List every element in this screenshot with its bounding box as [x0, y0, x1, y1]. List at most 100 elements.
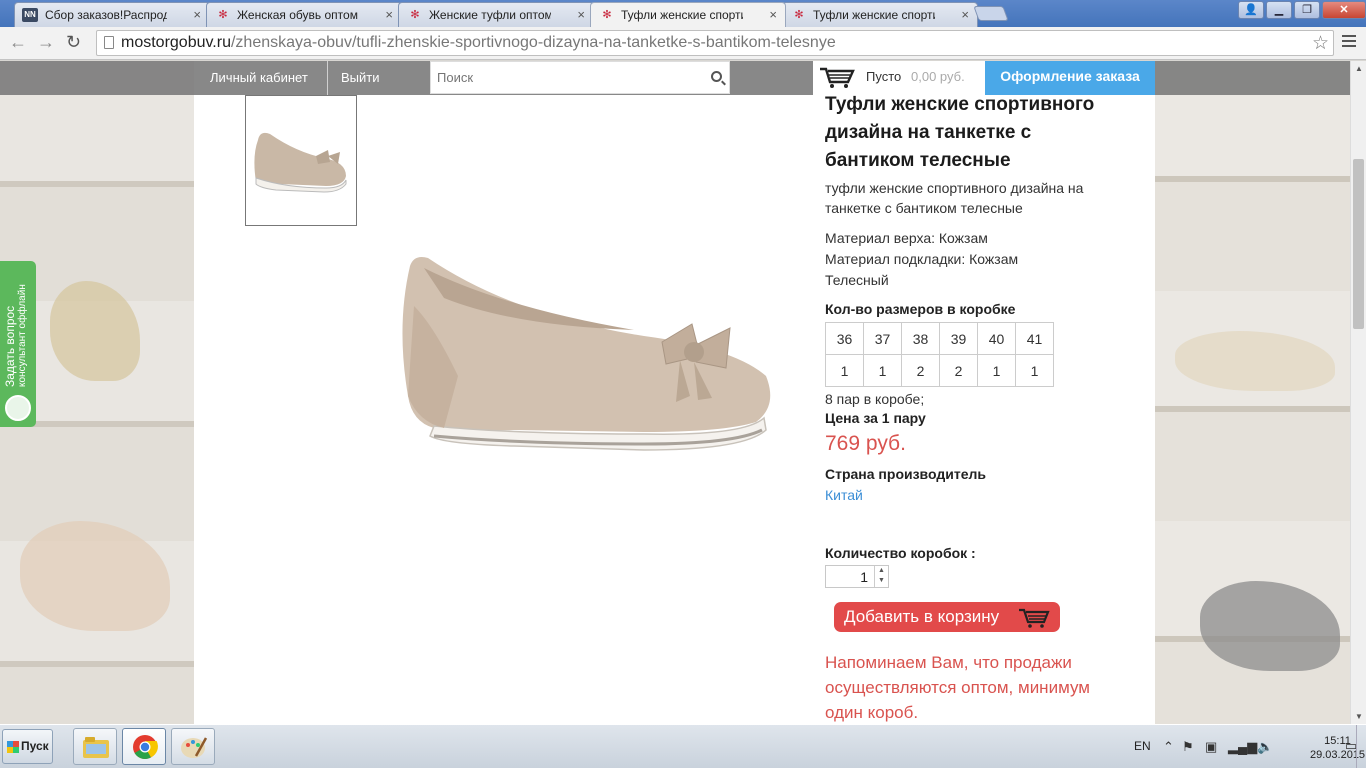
scroll-up-icon[interactable]: ▲ — [1355, 64, 1363, 73]
browser-tab-4[interactable]: ✻ Туфли женские спортивног × — [590, 2, 786, 27]
restore-icon[interactable]: ❐ — [1294, 1, 1320, 19]
add-to-cart-label: Добавить в корзину — [844, 607, 1000, 626]
table-row: 1 1 2 2 1 1 — [825, 354, 1054, 387]
count-cell: 2 — [939, 354, 978, 387]
background-shelves-right — [1155, 61, 1350, 724]
tab-close-icon[interactable]: × — [193, 7, 201, 22]
background-shoe-image — [1175, 331, 1335, 391]
product-thumbnail[interactable] — [245, 95, 357, 226]
window-close-icon[interactable]: ✕ — [1322, 1, 1366, 19]
count-cell: 2 — [901, 354, 940, 387]
ask-widget-status: консультант оффлайн — [17, 284, 28, 387]
quantity-label: Количество коробок : — [825, 545, 976, 561]
site-favicon-icon: ✻ — [410, 9, 420, 21]
minimize-icon[interactable]: ▁ — [1266, 1, 1292, 19]
count-cell: 1 — [977, 354, 1016, 387]
ask-question-widget[interactable]: Задать вопрос консультант оффлайн — [0, 261, 36, 427]
logout-link[interactable]: Выйти — [341, 61, 380, 95]
product-title: Туфли женские спортивного дизайна на тан… — [825, 94, 1095, 171]
table-row: 36 37 38 39 40 41 — [825, 322, 1054, 355]
checkout-button[interactable]: Оформление заказа — [985, 61, 1155, 95]
count-cell: 1 — [825, 354, 864, 387]
tab-close-icon[interactable]: × — [385, 7, 393, 22]
site-favicon-icon: ✻ — [794, 9, 804, 21]
cart-total: 0,00 руб. — [911, 69, 965, 84]
start-button[interactable]: Пуск — [2, 729, 53, 764]
product-info: Туфли женские спортивного дизайна на тан… — [825, 91, 1125, 724]
tab-title: Сбор заказов!Распродажа д — [45, 8, 167, 22]
browser-tab-strip: NN Сбор заказов!Распродажа д × ✻ Женская… — [0, 0, 1366, 27]
product-color: Телесный — [825, 272, 889, 288]
language-indicator[interactable]: EN — [1134, 739, 1151, 753]
forward-arrow-icon[interactable]: → — [37, 32, 55, 53]
scrollbar-thumb[interactable] — [1353, 159, 1364, 329]
browser-tab-5[interactable]: ✻ Туфли женские спортивног × — [782, 2, 978, 27]
page-scrollbar[interactable]: ▲ ▼ — [1350, 61, 1366, 724]
ask-widget-title: Задать вопрос — [3, 305, 17, 387]
size-cell: 41 — [1015, 322, 1054, 355]
search-input[interactable] — [431, 62, 691, 93]
material-lining: Материал подкладки: Кожзам — [825, 251, 1019, 267]
material-top: Материал верха: Кожзам — [825, 230, 988, 246]
show-hidden-icons-icon[interactable]: ⌃ — [1163, 739, 1174, 755]
ask-widget-text: Задать вопрос консультант оффлайн — [3, 284, 28, 387]
system-tray: EN ⌃ ⚑ ▣ ▂▄▆ 🔈 15:11 29.03.2015 ▭ — [1125, 725, 1366, 768]
tab-title: Туфли женские спортивног — [621, 8, 743, 22]
shoe-thumbnail-image — [254, 132, 347, 193]
product-price: 769 руб. — [825, 432, 906, 455]
tab-close-icon[interactable]: × — [577, 7, 585, 22]
start-label: Пуск — [21, 739, 49, 753]
sizes-table: 36 37 38 39 40 41 1 1 2 2 1 1 — [825, 322, 1054, 387]
site-header: Личный кабинет Выйти Пусто 0,00 руб. Офо… — [0, 61, 1350, 95]
url-path: /zhenskaya-obuv/tufli-zhenskie-sportivno… — [230, 34, 836, 51]
stepper-arrows-icon[interactable]: ▲ ▼ — [874, 566, 888, 587]
chrome-icon — [133, 735, 158, 760]
reload-icon[interactable]: ↻ — [66, 32, 81, 53]
background-shoe-image — [1200, 581, 1340, 671]
count-cell: 1 — [863, 354, 902, 387]
country-link[interactable]: Китай — [825, 487, 1125, 503]
address-bar[interactable]: mostorgobuv.ru/zhenskaya-obuv/tufli-zhen… — [96, 30, 1334, 56]
quantity-stepper[interactable]: 1 ▲ ▼ — [825, 565, 889, 588]
page-icon — [104, 36, 114, 49]
action-center-flag-icon[interactable]: ⚑ — [1182, 739, 1194, 755]
divider — [825, 507, 1095, 517]
count-cell: 1 — [1015, 354, 1054, 387]
show-desktop-button[interactable] — [1356, 725, 1366, 768]
price-heading: Цена за 1 пару — [825, 410, 926, 426]
cart-icon — [820, 67, 855, 88]
browser-tab-2[interactable]: ✻ Женская обувь оптом. Куп × — [206, 2, 402, 27]
size-cell: 36 — [825, 322, 864, 355]
tab-close-icon[interactable]: × — [961, 7, 969, 22]
browser-tab-1[interactable]: NN Сбор заказов!Распродажа д × — [14, 2, 210, 27]
taskbar-chrome[interactable] — [122, 728, 166, 765]
scroll-down-icon[interactable]: ▼ — [1355, 712, 1363, 721]
browser-tab-3[interactable]: ✻ Женские туфли оптом | Ве × — [398, 2, 594, 27]
search-icon[interactable] — [711, 71, 722, 82]
background-shoe-image — [20, 521, 170, 631]
url-domain: mostorgobuv.ru — [121, 34, 231, 51]
country-heading: Страна производитель — [825, 466, 986, 482]
windows-taskbar: Пуск EN ⌃ ⚑ ▣ ▂▄▆ 🔈 15:11 29.03.2015 ▭ — [0, 724, 1366, 768]
product-page: Туфли женские спортивного дизайна на тан… — [194, 61, 1155, 724]
user-profile-icon[interactable]: 👤 — [1238, 1, 1264, 19]
account-link[interactable]: Личный кабинет — [210, 61, 308, 95]
paint-icon — [181, 737, 208, 758]
add-to-cart-button[interactable]: Добавить в корзину — [834, 602, 1060, 632]
new-tab-button[interactable] — [973, 6, 1009, 21]
divider — [327, 61, 328, 95]
tab-title: Женские туфли оптом | Ве — [429, 8, 551, 22]
volume-icon[interactable]: 🔈 — [1257, 739, 1273, 755]
bookmark-star-icon[interactable]: ☆ — [1312, 32, 1329, 55]
taskbar-paint[interactable] — [171, 728, 215, 765]
network-signal-icon[interactable]: ▂▄▆ — [1228, 739, 1257, 755]
tab-close-icon[interactable]: × — [769, 7, 777, 22]
taskbar-explorer[interactable] — [73, 728, 117, 765]
back-arrow-icon[interactable]: ← — [9, 32, 27, 53]
web-viewport: Туфли женские спортивного дизайна на тан… — [0, 61, 1350, 724]
browser-menu-icon[interactable] — [1342, 35, 1356, 50]
device-icon[interactable]: ▣ — [1205, 739, 1217, 755]
product-main-image — [402, 257, 771, 451]
mini-cart[interactable]: Пусто 0,00 руб. — [813, 61, 985, 95]
size-cell: 39 — [939, 322, 978, 355]
